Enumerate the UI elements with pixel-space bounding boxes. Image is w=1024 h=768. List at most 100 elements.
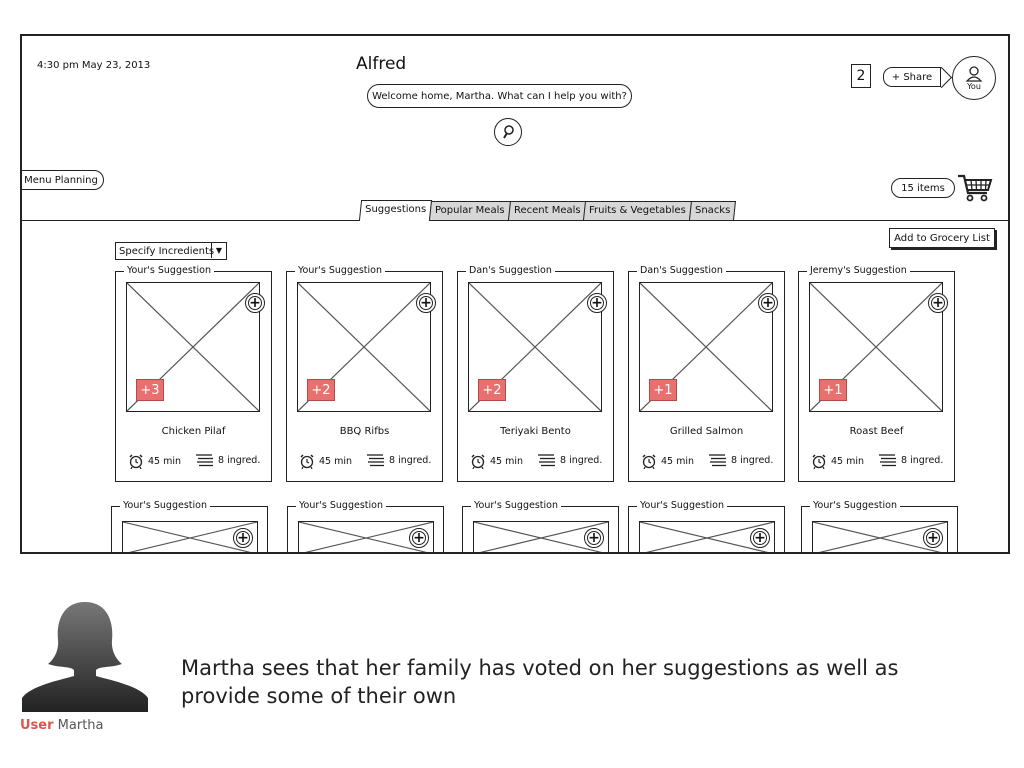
tab-snacks[interactable]: Snacks xyxy=(689,201,737,220)
ingredient-count: 8 ingred. xyxy=(709,453,773,467)
meal-card[interactable]: Jeremy's Suggestion + +1 Roast Beef 45 min 8 … xyxy=(798,265,955,482)
list-lines-icon xyxy=(709,454,726,467)
ingredient-count: 8 ingred. xyxy=(879,453,943,467)
suggestion-author-label: Your's Suggestion xyxy=(295,265,385,276)
meal-name: Grilled Salmon xyxy=(669,426,744,437)
list-lines-icon xyxy=(367,454,384,467)
meal-image: + +2 xyxy=(297,282,436,412)
user-silhouette-icon xyxy=(22,602,148,712)
assistant-message: Welcome home, Martha. What can I help yo… xyxy=(372,90,627,102)
meal-name: BBQ Rifbs xyxy=(339,426,390,437)
meal-image: + +2 xyxy=(468,282,607,412)
meal-image: + +1 xyxy=(639,282,778,412)
add-meal-icon[interactable]: + xyxy=(245,293,265,313)
user-role: User xyxy=(20,718,54,733)
cook-time: 45 min xyxy=(470,453,523,469)
tab-popular-meals[interactable]: Popular Meals xyxy=(429,201,511,220)
meal-image: + xyxy=(122,521,258,552)
tab-suggestions[interactable]: Suggestions xyxy=(358,200,433,221)
tab-recent-meals[interactable]: Recent Meals xyxy=(507,201,587,220)
meal-image: + xyxy=(812,521,948,552)
cook-time-value: 45 min xyxy=(831,455,865,467)
add-meal-icon[interactable]: + xyxy=(928,293,948,313)
add-meal-icon[interactable]: + xyxy=(758,293,778,313)
ingredient-count-value: 8 ingred. xyxy=(560,454,603,466)
add-meal-icon[interactable]: + xyxy=(750,528,770,548)
meal-image: + +3 xyxy=(126,282,265,412)
cook-time-value: 45 min xyxy=(661,455,695,467)
cook-time: 45 min xyxy=(128,453,181,469)
list-lines-icon xyxy=(196,454,213,467)
vote-count-badge: +2 xyxy=(307,379,335,401)
user-label: User Martha xyxy=(20,718,104,733)
alarm-clock-icon xyxy=(300,454,314,469)
vote-count-badge: +2 xyxy=(478,379,506,401)
vote-count-badge: +3 xyxy=(136,379,164,401)
ingredient-count: 8 ingred. xyxy=(538,453,602,467)
suggestion-author-label: Dan's Suggestion xyxy=(637,265,726,276)
list-lines-icon xyxy=(879,454,896,467)
add-to-grocery-list-button[interactable]: Add to Grocery List xyxy=(889,228,995,248)
add-meal-icon[interactable]: + xyxy=(409,528,429,548)
meal-card[interactable]: Your's Suggestion + xyxy=(462,500,619,552)
ingredient-count: 8 ingred. xyxy=(367,453,431,467)
vote-count-badge: +1 xyxy=(649,379,677,401)
cook-time: 45 min xyxy=(641,453,694,469)
specify-ingredients-dropdown[interactable]: Specify Incredients ▼ xyxy=(115,242,227,260)
vote-count-badge: +1 xyxy=(819,379,847,401)
meal-name: Roast Beef xyxy=(849,426,904,437)
add-meal-icon[interactable]: + xyxy=(923,528,943,548)
meal-card[interactable]: Dan's Suggestion + +1 Grilled Salmon 45 min 8… xyxy=(628,265,785,482)
meal-card[interactable]: Your's Suggestion + +3 Chicken Pilaf 45 min 8… xyxy=(115,265,272,482)
tab-fruits-vegetables[interactable]: Fruits & Vegetables xyxy=(583,201,693,220)
ingredient-count-value: 8 ingred. xyxy=(389,454,432,466)
notification-count[interactable]: 2 xyxy=(851,64,871,88)
meal-card[interactable]: Your's Suggestion + +2 BBQ Rifbs 45 min 8 ing… xyxy=(286,265,443,482)
scenario-caption: Martha sees that her family has voted on… xyxy=(181,656,899,708)
assistant-name: Alfred xyxy=(356,54,407,74)
cook-time-value: 45 min xyxy=(319,455,353,467)
suggestion-author-label: Dan's Suggestion xyxy=(466,265,555,276)
microphone-icon xyxy=(503,125,514,139)
tab-bar: Suggestions Popular Meals Recent Meals F… xyxy=(358,200,737,221)
meal-card[interactable]: Dan's Suggestion + +2 Teriyaki Bento 45 min 8… xyxy=(457,265,614,482)
datetime-label: 4:30 pm May 23, 2013 xyxy=(37,60,151,71)
ingredient-count-value: 8 ingred. xyxy=(218,454,261,466)
ingredient-count-value: 8 ingred. xyxy=(731,454,774,466)
suggestion-author-label: Your's Suggestion xyxy=(637,500,727,511)
cart-count-button[interactable]: 15 items xyxy=(891,178,955,198)
add-meal-icon[interactable]: + xyxy=(233,528,253,548)
add-meal-icon[interactable]: + xyxy=(584,528,604,548)
meal-image: + xyxy=(473,521,609,552)
cook-time: 45 min xyxy=(811,453,864,469)
app-window: 4:30 pm May 23, 2013 Alfred Welcome home… xyxy=(20,34,1010,554)
suggestion-author-label: Your's Suggestion xyxy=(810,500,900,511)
meal-image: + xyxy=(639,521,775,552)
assistant-speech-bubble: Welcome home, Martha. What can I help yo… xyxy=(367,84,632,108)
alarm-clock-icon xyxy=(642,454,656,469)
meal-card[interactable]: Your's Suggestion + xyxy=(801,500,958,552)
meal-card[interactable]: Your's Suggestion + xyxy=(628,500,785,552)
profile-button[interactable]: You xyxy=(952,56,996,100)
microphone-button[interactable] xyxy=(494,118,522,146)
add-meal-icon[interactable]: + xyxy=(416,293,436,313)
meal-card[interactable]: Your's Suggestion + xyxy=(111,500,268,552)
cook-time: 45 min xyxy=(299,453,352,469)
list-lines-icon xyxy=(538,454,555,467)
alarm-clock-icon xyxy=(471,454,485,469)
meal-name: Chicken Pilaf xyxy=(161,426,226,437)
meal-image: + +1 xyxy=(809,282,948,412)
user-name: Martha xyxy=(57,718,104,733)
share-button[interactable]: + Share xyxy=(883,67,941,87)
add-meal-icon[interactable]: + xyxy=(587,293,607,313)
meal-card[interactable]: Your's Suggestion + xyxy=(287,500,444,552)
specify-ingredients-label: Specify Incredients xyxy=(119,245,215,257)
alarm-clock-icon xyxy=(129,454,143,469)
menu-planning-button[interactable]: Menu Planning xyxy=(22,170,104,190)
shopping-cart-icon[interactable] xyxy=(957,173,993,203)
chevron-down-icon: ▼ xyxy=(211,243,226,258)
cook-time-value: 45 min xyxy=(148,455,182,467)
suggestion-author-label: Your's Suggestion xyxy=(124,265,214,276)
suggestion-author-label: Your's Suggestion xyxy=(120,500,210,511)
alarm-clock-icon xyxy=(812,454,826,469)
